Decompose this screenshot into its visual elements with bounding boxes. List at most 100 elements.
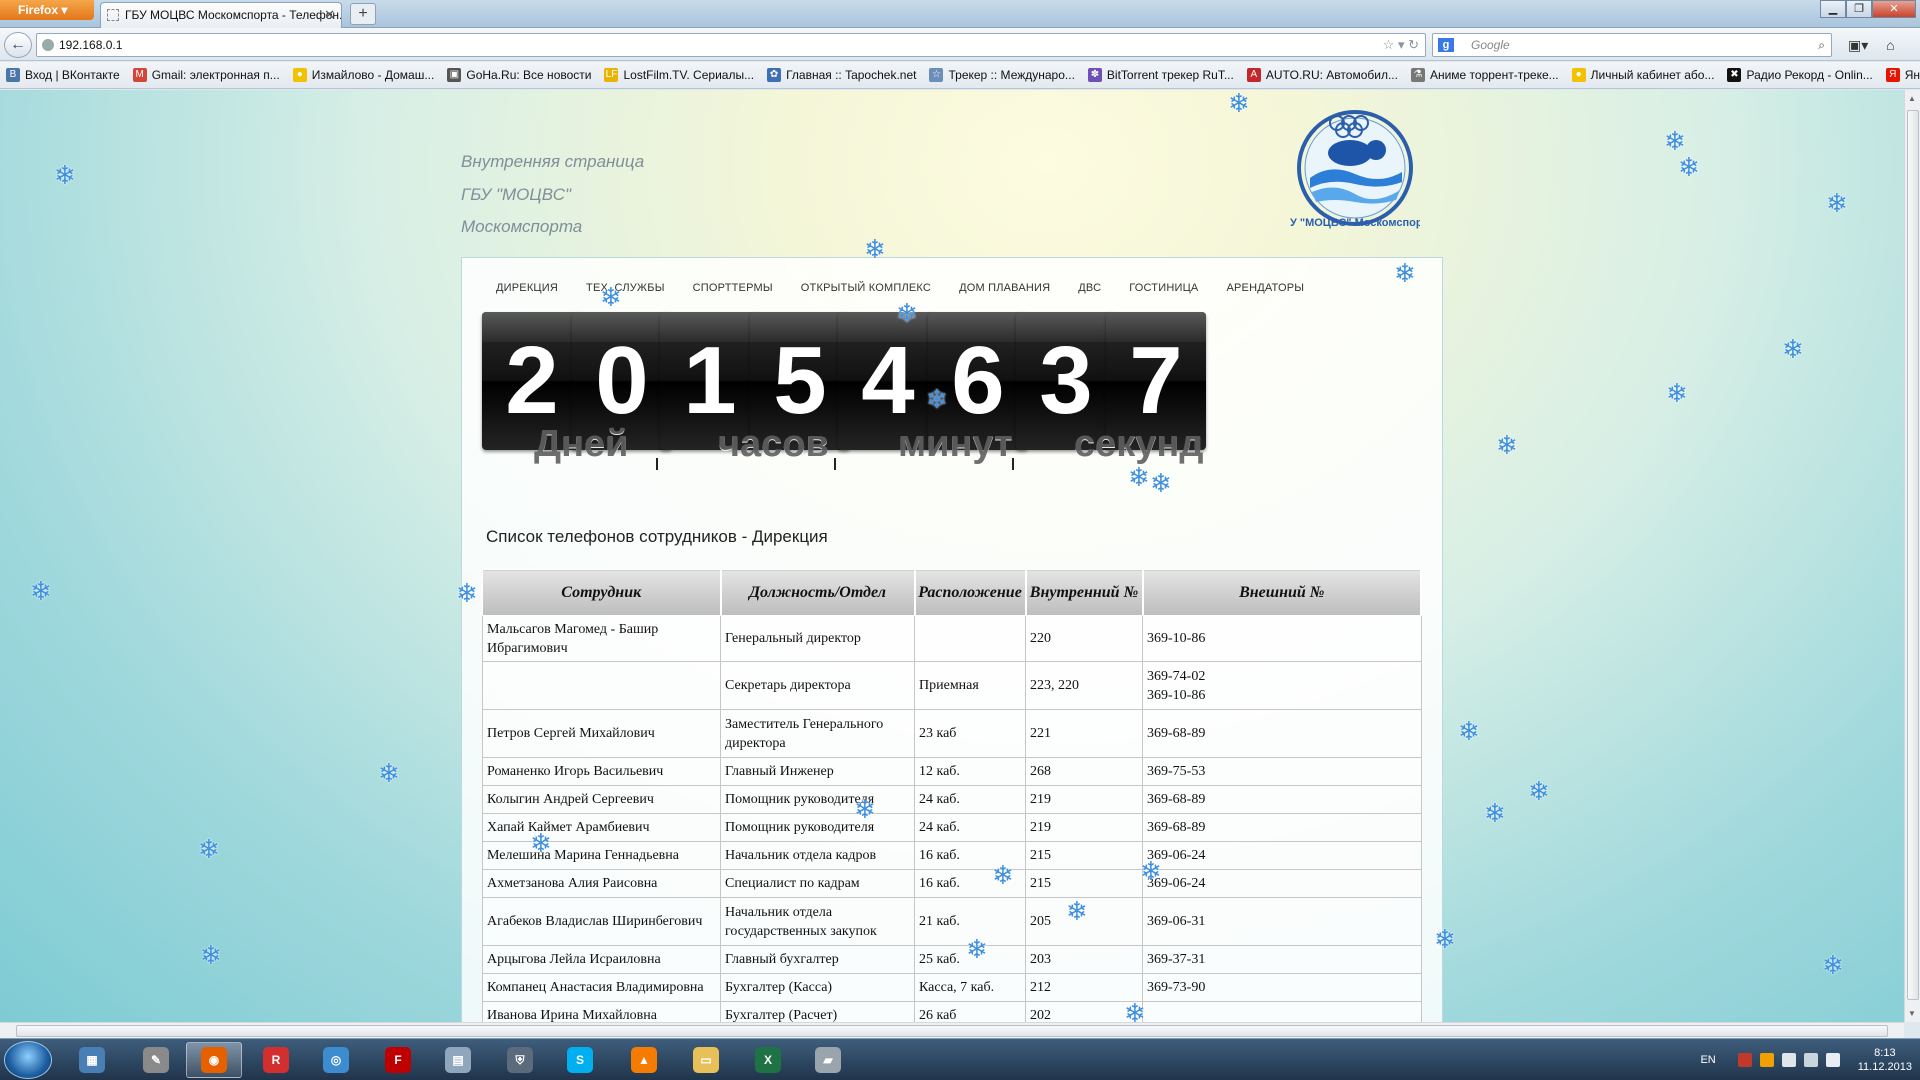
bookmark-item[interactable]: ● Измайлово - Домаш... xyxy=(292,68,435,82)
tray-volume-icon[interactable] xyxy=(1825,1053,1840,1067)
tray-app-icon[interactable] xyxy=(1737,1053,1752,1067)
taskbar-app-button[interactable]: ⛨ xyxy=(492,1042,548,1078)
menu-item[interactable]: ДОМ ПЛАВАНИЯ xyxy=(959,282,1050,294)
bookmark-item[interactable]: ✿ Главная :: Tapochek.net xyxy=(767,68,916,82)
vertical-scrollbar[interactable]: ▲ ▼ xyxy=(1904,90,1920,1022)
table-cell: 203 xyxy=(1025,945,1143,974)
site-header-text: Внутренняя страница ГБУ "МОЦВС" Москомсп… xyxy=(461,146,644,244)
vertical-scroll-thumb[interactable] xyxy=(1907,110,1919,1000)
bookmark-item[interactable]: ⚗ Аниме торрент-треке... xyxy=(1410,68,1559,82)
close-window-icon[interactable]: ✕ xyxy=(1872,0,1916,18)
taskbar-app-button[interactable]: S xyxy=(552,1042,608,1078)
taskbar-app-button[interactable]: ✎ xyxy=(128,1042,184,1078)
reload-icon[interactable]: ↻ xyxy=(1408,37,1419,52)
column-header: Внешний № xyxy=(1142,569,1422,616)
phone-table: Сотрудник Должность/Отдел Расположение В… xyxy=(482,569,1422,1022)
taskbar-app-button[interactable]: ▲ xyxy=(616,1042,672,1078)
browser-tab[interactable]: ГБУ МОЦВС Москомспорта - Телефон... ✕ xyxy=(100,2,342,28)
snowflake-icon: ❄ xyxy=(1228,90,1250,118)
clock[interactable]: 8:13 11.12.2013 xyxy=(1858,1046,1912,1074)
menu-item[interactable]: ДИРЕКЦИЯ xyxy=(496,282,558,294)
tab-close-icon[interactable]: ✕ xyxy=(324,3,335,27)
snowflake-icon: ❄ xyxy=(530,828,552,858)
taskbar-app-button[interactable]: ▰ xyxy=(800,1042,856,1078)
bookmark-label: Радио Рекорд - Onlin... xyxy=(1746,68,1873,82)
tray-flag-icon[interactable] xyxy=(1781,1053,1796,1067)
table-cell: Колыгин Андрей Сергеевич xyxy=(482,785,721,814)
snowflake-icon: ❄ xyxy=(966,934,988,964)
taskbar-app-button[interactable]: ▦ xyxy=(64,1042,120,1078)
bookmark-item[interactable]: ● Личный кабинет або... xyxy=(1571,68,1714,82)
folder-icon: ▭ xyxy=(693,1047,719,1073)
bookmark-item[interactable]: A AUTO.RU: Автомобил... xyxy=(1246,68,1398,82)
search-engine-icon[interactable]: g xyxy=(1438,38,1454,52)
tray-network-icon[interactable] xyxy=(1803,1053,1818,1067)
countdown-digit-value: 2 xyxy=(505,327,559,434)
bookmark-label: Измайлово - Домаш... xyxy=(311,68,435,82)
menu-item[interactable]: ТЕХ. СЛУЖБЫ xyxy=(586,282,665,294)
bookmark-item[interactable]: Я Яндекс xyxy=(1885,68,1920,82)
table-cell: Мальсагов Магомед - Башир Ибрагимович xyxy=(482,615,721,662)
new-tab-button[interactable]: + xyxy=(350,3,376,25)
snowflake-icon: ❄ xyxy=(896,298,918,328)
taskbar-app-button[interactable]: F xyxy=(370,1042,426,1078)
taskbar-app-button[interactable]: R xyxy=(248,1042,304,1078)
snowflake-icon: ❄ xyxy=(926,384,948,414)
menu-item[interactable]: ГОСТИНИЦА xyxy=(1129,282,1198,294)
table-row: Мелешина Марина Геннадьевна Начальник отд… xyxy=(482,841,1422,870)
taskbar-app-button[interactable]: ▭ xyxy=(678,1042,734,1078)
menu-item[interactable]: АРЕНДАТОРЫ xyxy=(1226,282,1304,294)
table-row: Агабеков Владислав Ширинбегович Начальник… xyxy=(482,897,1422,946)
horizontal-scroll-thumb[interactable] xyxy=(16,1025,1888,1037)
bookmark-item[interactable]: B Вход | ВКонтакте xyxy=(6,68,120,82)
language-indicator[interactable]: EN xyxy=(1700,1054,1715,1066)
table-row: Петров Сергей Михайлович Заместитель Гене… xyxy=(482,709,1422,758)
bookmark-item[interactable]: ▣ GoHa.Ru: Все новости xyxy=(447,68,591,82)
header-line: ГБУ "МОЦВС" xyxy=(461,184,572,204)
snowflake-icon: ❄ xyxy=(1826,188,1848,218)
scroll-up-icon[interactable]: ▲ xyxy=(1908,94,1916,103)
horizontal-scrollbar[interactable] xyxy=(0,1022,1904,1038)
history-dropdown-icon[interactable]: ▾ xyxy=(1398,37,1405,52)
table-row: Ахметзанова Алия Раисовна Специалист по к… xyxy=(482,869,1422,898)
search-input[interactable]: g Google ⌕ xyxy=(1432,33,1832,57)
countdown-digit-value: 4 xyxy=(861,327,915,434)
table-cell: 369-74-02 369-10-86 xyxy=(1142,661,1422,710)
address-bar-tools: ☆ ▾ ↻ xyxy=(1383,34,1419,56)
menu-item[interactable]: ДВС xyxy=(1078,282,1101,294)
site-identity-icon[interactable] xyxy=(42,39,54,51)
bookmark-label: Яндекс xyxy=(1904,68,1920,82)
tray-vlc-icon[interactable] xyxy=(1759,1053,1774,1067)
bookmark-label: BitTorrent трекер RuT... xyxy=(1106,68,1234,82)
maximize-icon[interactable]: ❐ xyxy=(1846,0,1872,18)
table-cell: 369-37-31 xyxy=(1142,945,1422,974)
paint-icon: ✎ xyxy=(143,1047,169,1073)
start-button[interactable] xyxy=(4,1041,52,1079)
minimize-icon[interactable]: ▁ xyxy=(1820,0,1846,18)
table-row: Колыгин Андрей Сергеевич Помощник руковод… xyxy=(482,785,1422,814)
main-panel: ДИРЕКЦИЯ ТЕХ. СЛУЖБЫ СПОРТТЕРМЫ ОТКРЫТЫЙ КО… xyxy=(461,257,1443,1022)
bookmark-item[interactable]: LF LostFilm.TV. Сериалы... xyxy=(604,68,754,82)
bookmark-item[interactable]: ✖ Радио Рекорд - Onlin... xyxy=(1727,68,1873,82)
logo-caption: ГБУ "МОЦВС" Москомспорта xyxy=(1290,217,1420,229)
taskbar-app-button[interactable]: X xyxy=(740,1042,796,1078)
back-button[interactable]: ← xyxy=(4,32,32,58)
bookmarks-menu-icon[interactable]: ▣▾ xyxy=(1848,37,1868,53)
home-icon[interactable]: ⌂ xyxy=(1886,37,1894,53)
snowflake-icon: ❄ xyxy=(1664,126,1686,156)
table-cell: Ахметзанова Алия Раисовна xyxy=(482,869,721,898)
bookmark-item[interactable]: M Gmail: электронная п... xyxy=(132,68,280,82)
menu-item[interactable]: ОТКРЫТЫЙ КОМПЛЕКС xyxy=(801,282,931,294)
table-cell: 23 каб xyxy=(914,709,1026,758)
search-magnifier-icon[interactable]: ⌕ xyxy=(1818,34,1825,56)
taskbar-app-button[interactable]: ◎ xyxy=(308,1042,364,1078)
bookmark-item[interactable]: ✽ BitTorrent трекер RuT... xyxy=(1087,68,1234,82)
taskbar-app-button[interactable]: ▤ xyxy=(430,1042,486,1078)
scroll-down-icon[interactable]: ▼ xyxy=(1908,1009,1916,1018)
firefox-menu-button[interactable]: Firefox ▾ xyxy=(0,0,94,20)
menu-item[interactable]: СПОРТТЕРМЫ xyxy=(693,282,773,294)
bookmark-item[interactable]: ☆ Трекер :: Междунаро... xyxy=(929,68,1075,82)
bookmark-star-icon[interactable]: ☆ xyxy=(1383,37,1395,52)
address-bar[interactable]: 192.168.0.1 ☆ ▾ ↻ xyxy=(36,33,1426,57)
taskbar-app-button[interactable]: ◉ xyxy=(186,1042,242,1078)
